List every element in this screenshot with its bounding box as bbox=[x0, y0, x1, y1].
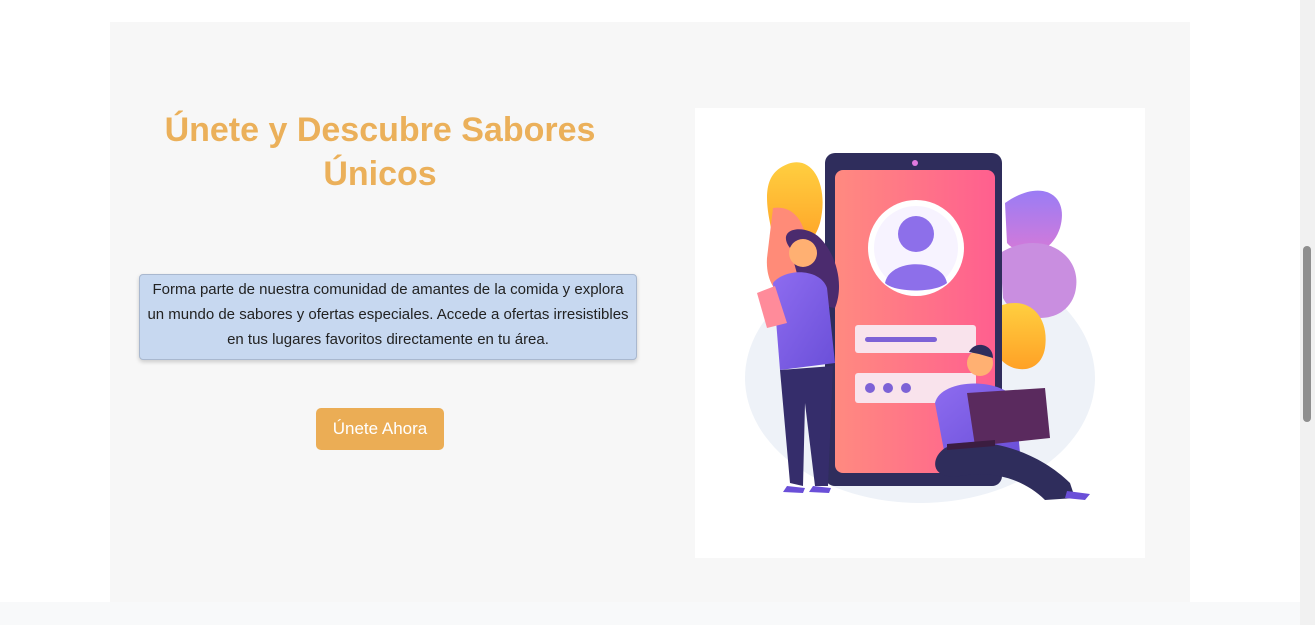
join-now-button[interactable]: Únete Ahora bbox=[316, 408, 444, 450]
mobile-signup-illustration-icon bbox=[745, 153, 1095, 503]
signup-illustration bbox=[695, 108, 1145, 558]
description-box: Forma parte de nuestra comunidad de aman… bbox=[139, 274, 637, 360]
section-title: Únete y Descubre Sabores Únicos bbox=[164, 111, 596, 193]
page-background bbox=[0, 602, 1300, 625]
scrollbar-thumb[interactable] bbox=[1303, 246, 1311, 422]
